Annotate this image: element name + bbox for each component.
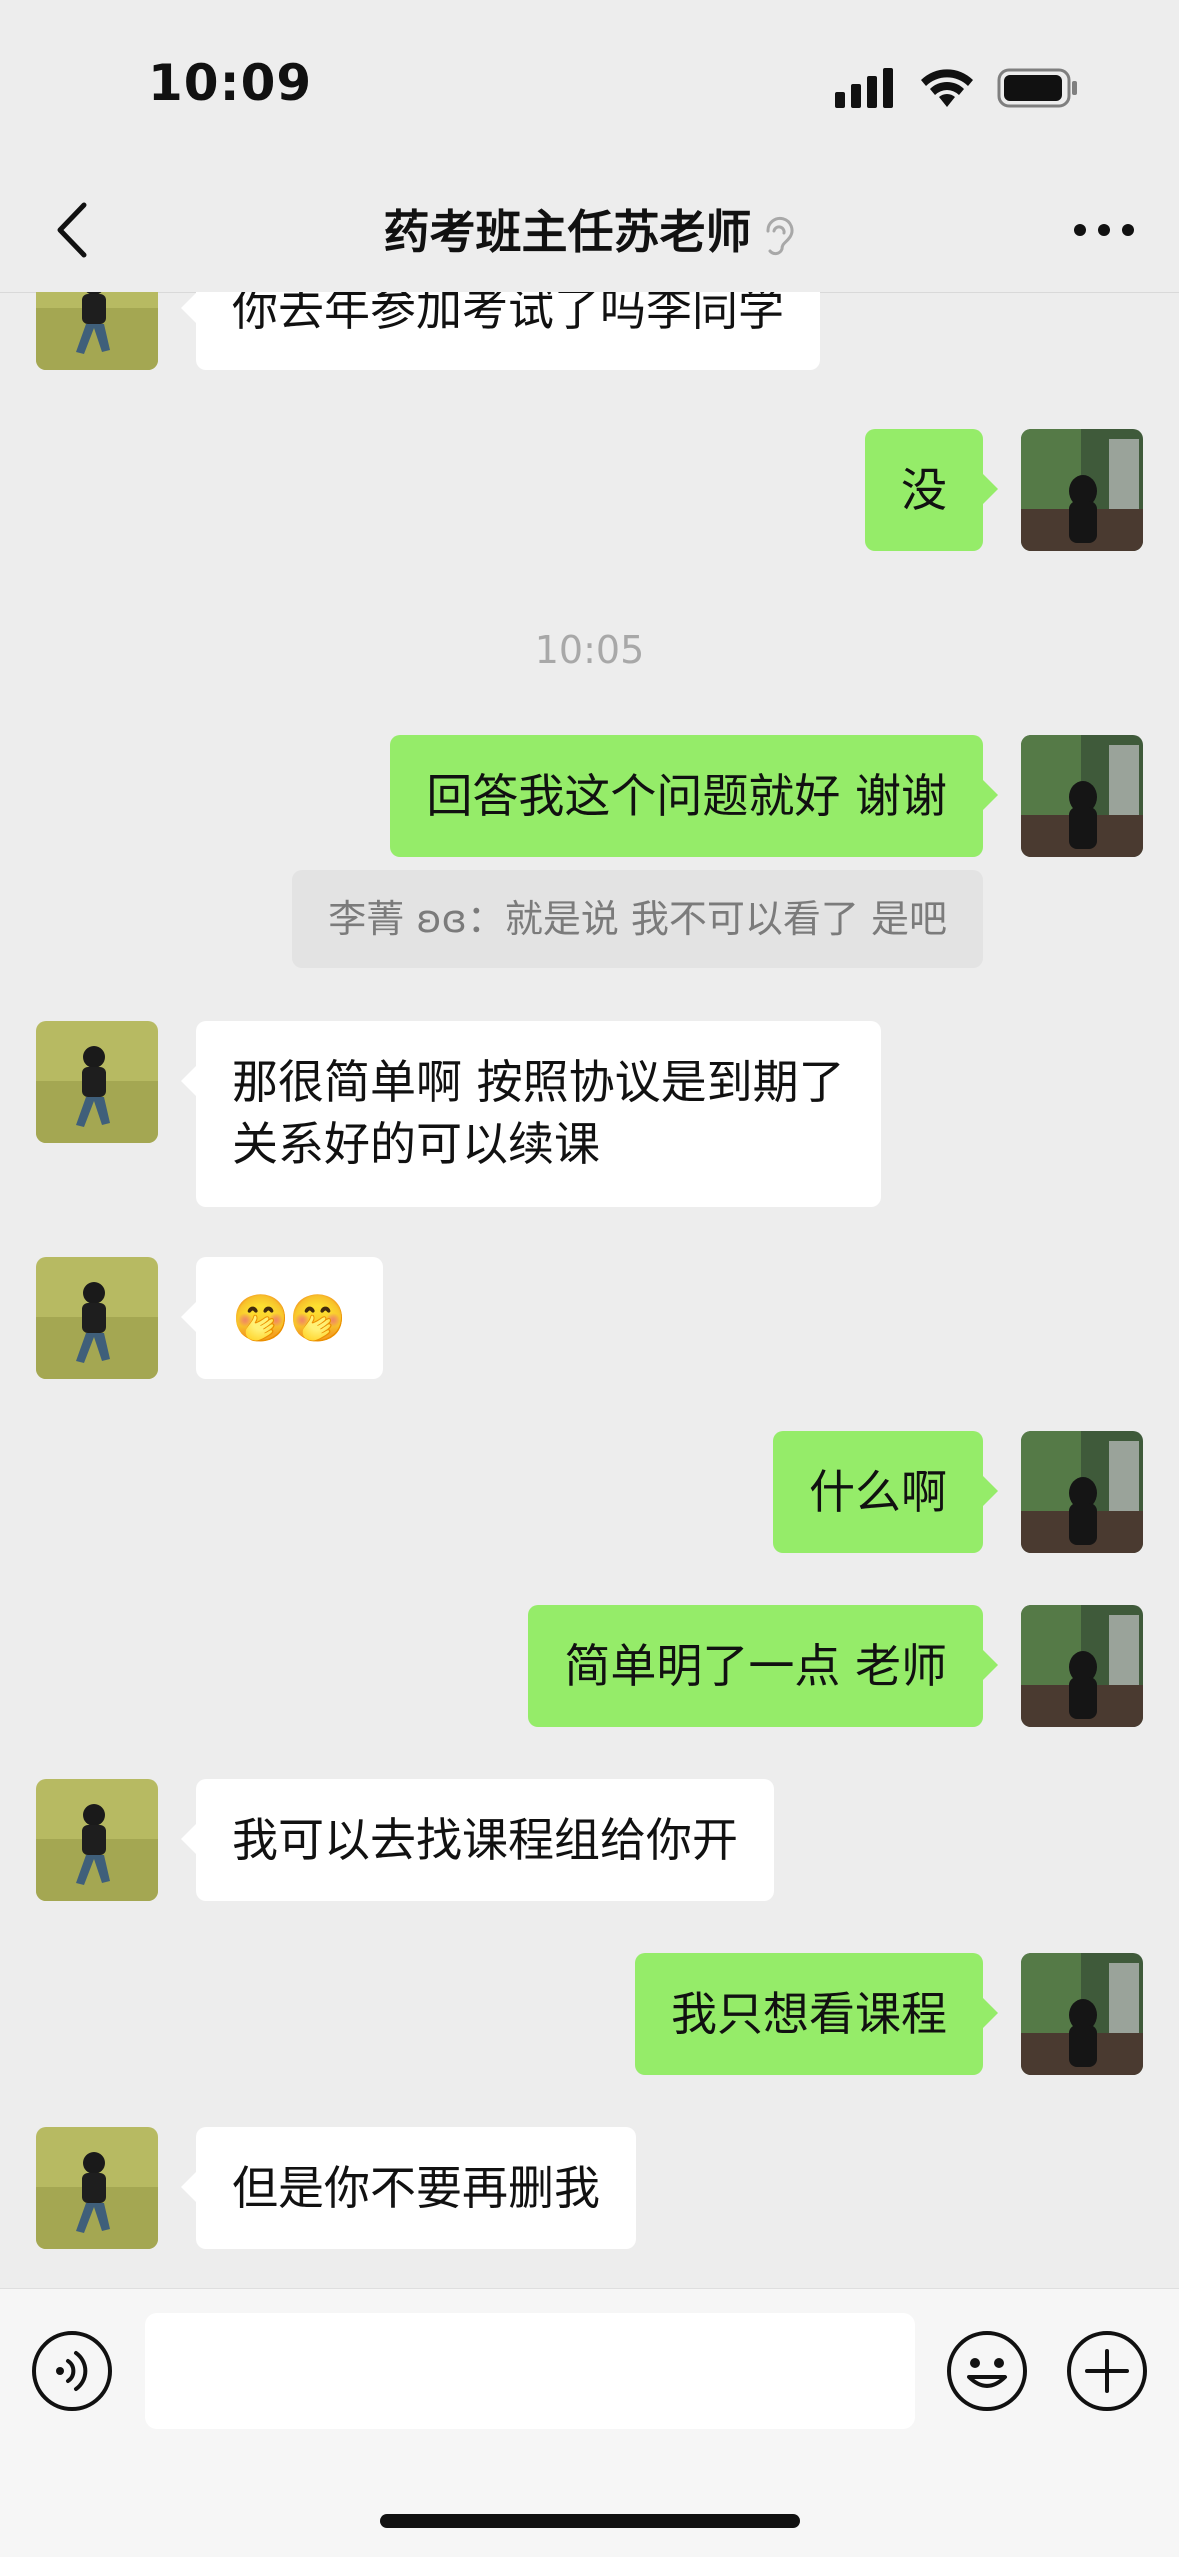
user-avatar-image [1021,735,1143,857]
avatar[interactable] [1021,735,1143,857]
quoted-message[interactable]: 李菁 ʚɞ：就是说 我不可以看了 是吧 [292,870,983,968]
teacher-avatar-image [36,1257,158,1379]
home-indicator [380,2514,800,2528]
user-avatar-image [1021,1953,1143,2075]
avatar[interactable] [1021,1431,1143,1553]
message-bubble[interactable]: 你去年参加考试了吗李同学 [181,292,820,370]
emoji-icon[interactable] [945,2329,1029,2413]
message-bubble[interactable]: 没 [865,429,998,551]
teacher-avatar-image [36,2127,158,2249]
avatar[interactable] [36,2127,158,2249]
message-bubble[interactable]: 什么啊 [773,1431,998,1553]
message-bubble-emoji[interactable]: 🤭🤭 [181,1257,383,1379]
avatar[interactable] [1021,1953,1143,2075]
chat-header: 药考班主任苏老师 [0,170,1179,293]
voice-icon[interactable] [30,2329,114,2413]
message-bubble[interactable]: 简单明了一点 老师 [528,1605,998,1727]
plus-icon[interactable] [1065,2329,1149,2413]
message-input[interactable] [145,2313,915,2429]
ear-icon [765,216,793,255]
message-bubble[interactable]: 那很简单啊 按照协议是到期了 关系好的可以续课 [181,1021,881,1207]
avatar[interactable] [36,1779,158,1901]
status-icons [835,66,1079,110]
user-avatar-image [1021,1431,1143,1553]
user-avatar-image [1021,1605,1143,1727]
teacher-avatar-image [36,1021,158,1143]
timestamp: 10:05 [534,628,645,672]
message-bubble[interactable]: 我只想看课程 [635,1953,998,2075]
chat-title: 药考班主任苏老师 [383,205,752,259]
teacher-avatar-image [36,292,158,370]
status-bar: 10:09 [0,0,1179,170]
more-dots-icon[interactable] [1069,205,1139,255]
chat-title-area: 药考班主任苏老师 [0,196,1179,262]
user-avatar-image [1021,429,1143,551]
battery-icon [997,68,1077,108]
message-list[interactable]: 你去年参加考试了吗李同学 没 10:05 回答我这个问题就好 谢谢 李菁 ʚɞ：… [0,292,1179,2288]
wifi-icon [921,69,973,107]
message-bubble[interactable]: 但是你不要再删我 [181,2127,636,2249]
avatar[interactable] [1021,1605,1143,1727]
message-bubble[interactable]: 回答我这个问题就好 谢谢 [390,735,998,857]
avatar[interactable] [36,1257,158,1379]
avatar[interactable] [36,292,158,370]
cellular-signal-icon [835,68,893,108]
message-bubble[interactable]: 我可以去找课程组给你开 [181,1779,774,1901]
avatar[interactable] [1021,429,1143,551]
avatar[interactable] [36,1021,158,1143]
teacher-avatar-image [36,1779,158,1901]
status-time: 10:09 [148,54,313,112]
